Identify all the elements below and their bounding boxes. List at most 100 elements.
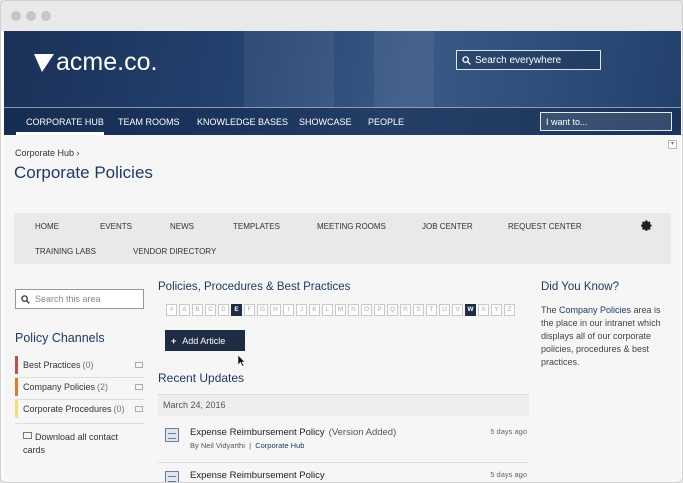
letter-filter[interactable]: J bbox=[296, 304, 307, 316]
letter-filter[interactable]: H bbox=[270, 304, 281, 316]
header-photo-light bbox=[244, 31, 334, 107]
divider bbox=[15, 423, 144, 424]
letter-filter[interactable]: Q bbox=[387, 304, 398, 316]
subnav-events[interactable]: EVENTS bbox=[100, 222, 132, 231]
plus-icon: + bbox=[171, 335, 177, 346]
document-icon bbox=[165, 471, 179, 482]
channel-company-policies[interactable]: Company Policies (2) bbox=[15, 378, 144, 396]
recent-updates-heading: Recent Updates bbox=[158, 371, 245, 385]
subnav-vendor-directory[interactable]: VENDOR DIRECTORY bbox=[133, 247, 216, 256]
nav-people[interactable]: PEOPLE bbox=[368, 117, 404, 127]
letter-filter[interactable]: O bbox=[361, 304, 372, 316]
channel-label: Best Practices bbox=[23, 360, 81, 370]
channel-corporate-procedures[interactable]: Corporate Procedures (0) bbox=[15, 400, 144, 418]
subnav-training-labs[interactable]: TRAINING LABS bbox=[35, 247, 96, 256]
divider bbox=[158, 462, 529, 463]
page-content: ▾ Corporate Hub › Corporate Policies HOM… bbox=[4, 135, 681, 482]
channel-label: Corporate Procedures bbox=[23, 404, 112, 414]
update-time: 5 days ago bbox=[490, 427, 527, 436]
policy-channels-heading: Policy Channels bbox=[15, 331, 105, 345]
channel-count: (0) bbox=[113, 404, 125, 414]
meta-divider: | bbox=[249, 441, 252, 450]
subnav-meeting-rooms[interactable]: MEETING ROOMS bbox=[317, 222, 386, 231]
nav-team-rooms[interactable]: TEAM ROOMS bbox=[118, 117, 180, 127]
letter-filter[interactable]: I bbox=[283, 304, 294, 316]
letter-filter[interactable]: Z bbox=[504, 304, 515, 316]
letter-filter[interactable]: X bbox=[478, 304, 489, 316]
subnav-request-center[interactable]: REQUEST CENTER bbox=[508, 222, 582, 231]
subnav-templates[interactable]: TEMPLATES bbox=[233, 222, 280, 231]
channel-count: (0) bbox=[82, 360, 94, 370]
letter-filter[interactable]: L bbox=[322, 304, 333, 316]
area-search-input[interactable]: Search this area bbox=[15, 289, 144, 309]
dyk-highlight: Company Policies bbox=[559, 305, 632, 315]
browser-window: acme.co. Search everywhere CORPORATE HUB… bbox=[0, 0, 683, 483]
feed-icon[interactable] bbox=[135, 384, 143, 390]
top-navigation: CORPORATE HUB TEAM ROOMS KNOWLEDGE BASES… bbox=[4, 107, 681, 135]
feed-icon[interactable] bbox=[135, 362, 143, 368]
search-icon bbox=[462, 55, 471, 65]
letter-filter[interactable]: R bbox=[400, 304, 411, 316]
letter-filter-active[interactable]: E bbox=[231, 304, 242, 316]
letter-filter[interactable]: # bbox=[166, 304, 177, 316]
global-search-input[interactable]: Search everywhere bbox=[456, 50, 601, 70]
download-label: Download all contact cards bbox=[23, 432, 119, 455]
nav-knowledge-bases[interactable]: KNOWLEDGE BASES bbox=[197, 117, 288, 127]
policies-heading: Policies, Procedures & Best Practices bbox=[158, 281, 351, 293]
logo-triangle-icon bbox=[34, 53, 54, 72]
window-minimize-dot[interactable] bbox=[26, 11, 36, 21]
area-search-placeholder: Search this area bbox=[35, 294, 101, 304]
collapse-icon[interactable]: ▾ bbox=[668, 140, 677, 149]
letter-filter[interactable]: C bbox=[205, 304, 216, 316]
dyk-prefix: The bbox=[541, 305, 560, 315]
letter-filter[interactable]: S bbox=[413, 304, 424, 316]
channel-label: Company Policies bbox=[23, 382, 96, 392]
letter-filter[interactable]: Y bbox=[491, 304, 502, 316]
update-note: (Version Added) bbox=[328, 427, 397, 438]
update-item[interactable]: Expense Reimbursement Policy 5 days ago bbox=[158, 466, 529, 482]
subnav-job-center[interactable]: JOB CENTER bbox=[422, 222, 473, 231]
gear-icon[interactable] bbox=[640, 219, 653, 232]
did-you-know-heading: Did You Know? bbox=[541, 281, 620, 293]
letter-filter[interactable]: T bbox=[426, 304, 437, 316]
subnav-news[interactable]: NEWS bbox=[170, 222, 194, 231]
channel-count: (2) bbox=[97, 382, 109, 392]
download-contact-cards-link[interactable]: Download all contact cards bbox=[23, 431, 138, 457]
update-author: By Neil Vidyarthi bbox=[190, 441, 245, 450]
letter-filter[interactable]: F bbox=[244, 304, 255, 316]
letter-filter[interactable]: N bbox=[348, 304, 359, 316]
letter-filter[interactable]: A bbox=[179, 304, 190, 316]
letter-filter[interactable]: U bbox=[439, 304, 450, 316]
breadcrumb[interactable]: Corporate Hub › bbox=[15, 148, 80, 158]
letter-filter[interactable]: V bbox=[452, 304, 463, 316]
site-header: acme.co. Search everywhere CORPORATE HUB… bbox=[4, 31, 681, 135]
window-zoom-dot[interactable] bbox=[41, 11, 51, 21]
update-title[interactable]: Expense Reimbursement Policy bbox=[190, 470, 325, 481]
letter-filter[interactable]: G bbox=[257, 304, 268, 316]
channel-best-practices[interactable]: Best Practices (0) bbox=[15, 356, 144, 374]
letter-filter[interactable]: P bbox=[374, 304, 385, 316]
site-logo[interactable]: acme.co. bbox=[34, 48, 157, 77]
letter-filter[interactable]: B bbox=[192, 304, 203, 316]
i-want-to-dropdown[interactable]: I want to... bbox=[540, 112, 672, 131]
letter-filter-active[interactable]: W bbox=[465, 304, 476, 316]
window-titlebar bbox=[1, 1, 682, 31]
letter-filter[interactable]: K bbox=[309, 304, 320, 316]
window-close-dot[interactable] bbox=[11, 11, 21, 21]
header-photo-light bbox=[374, 31, 434, 107]
contact-card-icon bbox=[23, 432, 32, 439]
did-you-know-text: The Company Policies area is the place i… bbox=[541, 304, 673, 369]
logo-text: acme.co. bbox=[56, 48, 158, 76]
mouse-cursor-icon bbox=[238, 355, 246, 367]
feed-icon[interactable] bbox=[135, 406, 143, 412]
nav-corporate-hub[interactable]: CORPORATE HUB bbox=[26, 117, 104, 127]
letter-filter[interactable]: M bbox=[335, 304, 346, 316]
add-article-button[interactable]: + Add Article bbox=[165, 330, 245, 351]
global-search-placeholder: Search everywhere bbox=[475, 54, 562, 66]
update-channel-link[interactable]: Corporate Hub bbox=[255, 441, 304, 450]
subnav-home[interactable]: HOME bbox=[35, 222, 59, 231]
update-item[interactable]: Expense Reimbursement Policy (Version Add… bbox=[158, 423, 529, 459]
letter-filter[interactable]: D bbox=[218, 304, 229, 316]
nav-showcase[interactable]: SHOWCASE bbox=[299, 117, 352, 127]
update-title[interactable]: Expense Reimbursement Policy bbox=[190, 427, 325, 438]
